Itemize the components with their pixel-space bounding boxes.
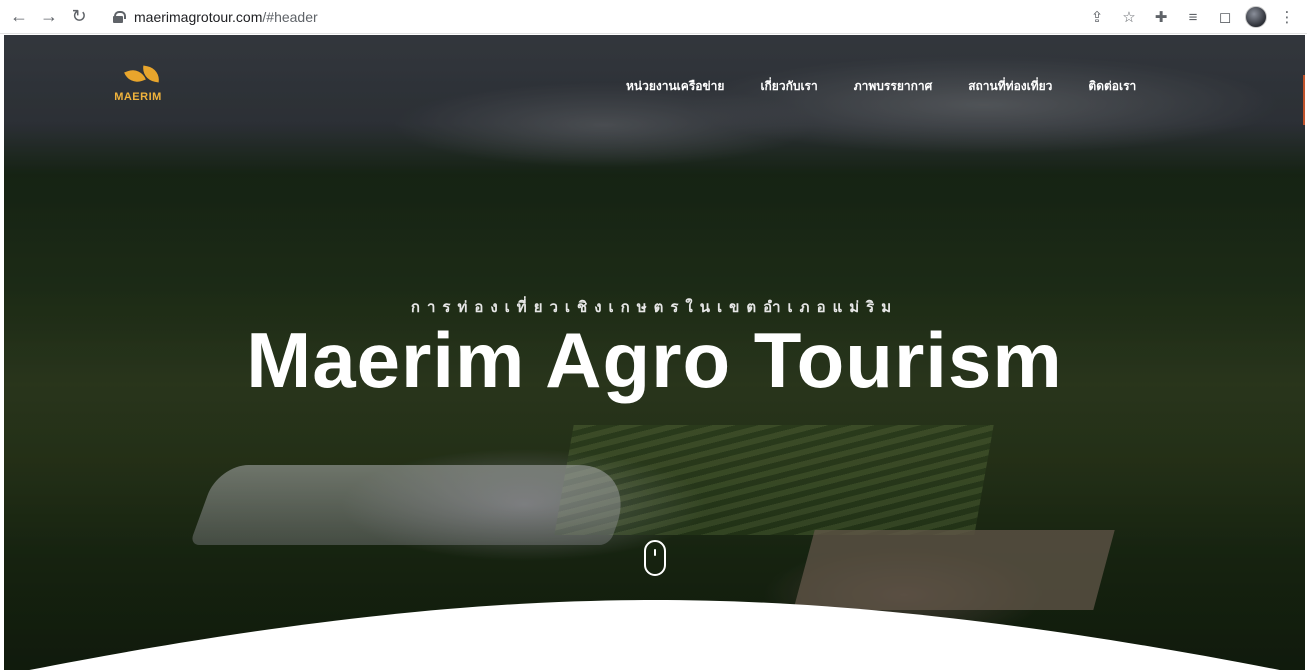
page-scrollbar[interactable] xyxy=(1303,75,1305,125)
share-icon[interactable]: ⇪ xyxy=(1085,4,1109,30)
bookmark-star-icon[interactable]: ☆ xyxy=(1117,4,1141,30)
back-icon[interactable]: ← xyxy=(6,4,32,30)
mouse-wheel xyxy=(654,549,656,556)
site-logo[interactable]: MAERIM xyxy=(108,65,178,107)
browser-toolbar: ← → ↻ maerimagrotour.com /#header ⇪ ☆ ✚ … xyxy=(0,0,1307,34)
nav-item-gallery[interactable]: ภาพบรรยากาศ xyxy=(854,77,932,96)
extensions-icon[interactable]: ✚ xyxy=(1149,4,1173,30)
logo-text: MAERIM xyxy=(114,91,162,103)
hero-bottom-wave xyxy=(29,600,1280,670)
reload-icon[interactable]: ↻ xyxy=(66,4,92,30)
url-host: maerimagrotour.com xyxy=(134,8,263,25)
lock-icon[interactable] xyxy=(112,10,126,23)
nav-item-places[interactable]: สถานที่ท่องเที่ยว xyxy=(968,77,1052,96)
hero-title: Maerim Agro Tourism xyxy=(246,316,1063,404)
toolbar-actions: ⇪ ☆ ✚ ≡ ◻ ⋮ xyxy=(1085,4,1299,30)
scroll-down-mouse-icon[interactable] xyxy=(644,540,666,576)
nav-item-contact[interactable]: ติดต่อเรา xyxy=(1088,77,1136,96)
address-bar[interactable]: maerimagrotour.com /#header xyxy=(102,3,1102,30)
navigation-buttons: ← → ↻ xyxy=(6,4,92,30)
forward-icon[interactable]: → xyxy=(36,4,62,30)
hero-section: MAERIM หน่วยงานเครือข่าย เกี่ยวกับเรา ภา… xyxy=(4,35,1305,670)
main-nav: หน่วยงานเครือข่าย เกี่ยวกับเรา ภาพบรรยาก… xyxy=(626,77,1136,96)
profile-avatar[interactable] xyxy=(1245,6,1267,28)
nav-item-about[interactable]: เกี่ยวกับเรา xyxy=(760,77,817,96)
side-panel-icon[interactable]: ◻ xyxy=(1213,4,1237,30)
nav-item-network[interactable]: หน่วยงานเครือข่าย xyxy=(626,77,724,96)
url-path: /#header xyxy=(262,8,318,25)
reading-list-icon[interactable]: ≡ xyxy=(1181,4,1205,30)
more-menu-icon[interactable]: ⋮ xyxy=(1275,4,1299,30)
